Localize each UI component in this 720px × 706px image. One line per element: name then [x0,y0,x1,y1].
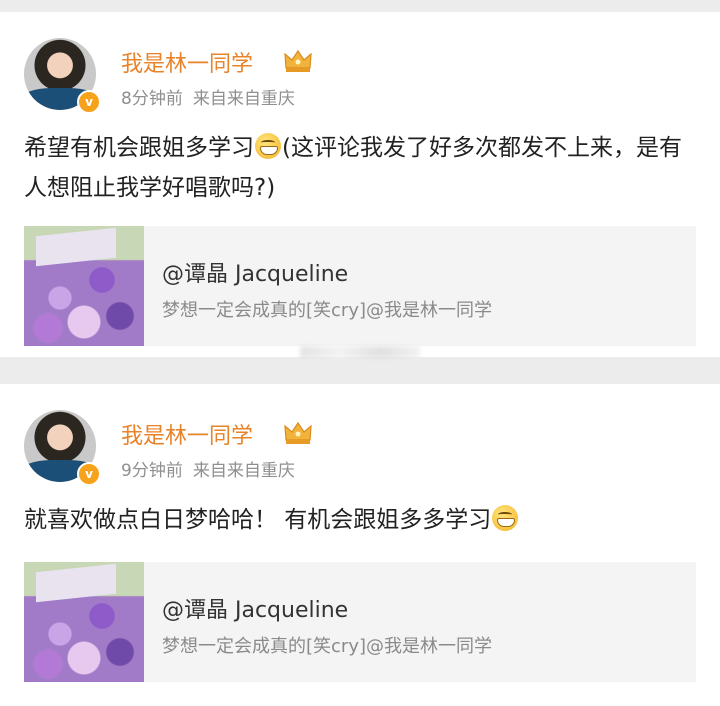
quoted-post-thumbnail [24,226,144,346]
crown-icon [284,421,312,444]
grin-emoji-icon [492,505,519,531]
thumbnail-poster [36,563,116,603]
post-meta: 8分钟前 来自来自重庆 [121,84,295,109]
quoted-post-thumbnail [24,562,144,682]
quoted-post[interactable]: @谭晶 Jacqueline 梦想一定会成真的[笑cry]@我是林一同学 [24,226,696,346]
comment-text-part: 就喜欢做点白日梦哈哈！ 有机会跟姐多多学习 [24,507,492,533]
post-time: 9分钟前 [121,461,183,481]
post-meta: 9分钟前 来自来自重庆 [121,456,295,481]
grin-emoji-icon [255,133,281,159]
comment-card: v 我是林一同学 9分钟前 来自来自重庆 就喜欢做点白日梦哈哈！ 有机会跟姐多多学… [0,384,720,706]
comment-card: v 我是林一同学 8分钟前 来自来自重庆 希望有机会跟姐多学习 (这评论我发了好多次… [0,12,720,358]
username-link[interactable]: 我是林一同学 [121,418,253,450]
verified-badge-icon: v [77,90,101,114]
quoted-author[interactable]: @谭晶 Jacqueline [162,592,348,624]
comment-text: 希望有机会跟姐多学习 (这评论我发了好多次都发不上来，是有人想阻止我学好唱歌吗?) [24,128,696,208]
post-time: 8分钟前 [121,89,183,109]
thumbnail-poster [36,227,116,267]
verified-badge-icon: v [77,462,101,486]
quoted-author[interactable]: @谭晶 Jacqueline [162,256,348,288]
comment-text: 就喜欢做点白日梦哈哈！ 有机会跟姐多多学习 [24,500,696,540]
post-source: 来自来自重庆 [192,89,295,109]
quoted-text: 梦想一定会成真的[笑cry]@我是林一同学 [162,636,492,657]
post-source: 来自来自重庆 [192,461,295,481]
quoted-text: 梦想一定会成真的[笑cry]@我是林一同学 [162,300,492,321]
blurred-area [300,346,420,358]
crown-icon [284,49,312,72]
comment-text-part: 希望有机会跟姐多学习 [24,135,254,161]
username-link[interactable]: 我是林一同学 [121,46,253,78]
quoted-post[interactable]: @谭晶 Jacqueline 梦想一定会成真的[笑cry]@我是林一同学 [24,562,696,682]
